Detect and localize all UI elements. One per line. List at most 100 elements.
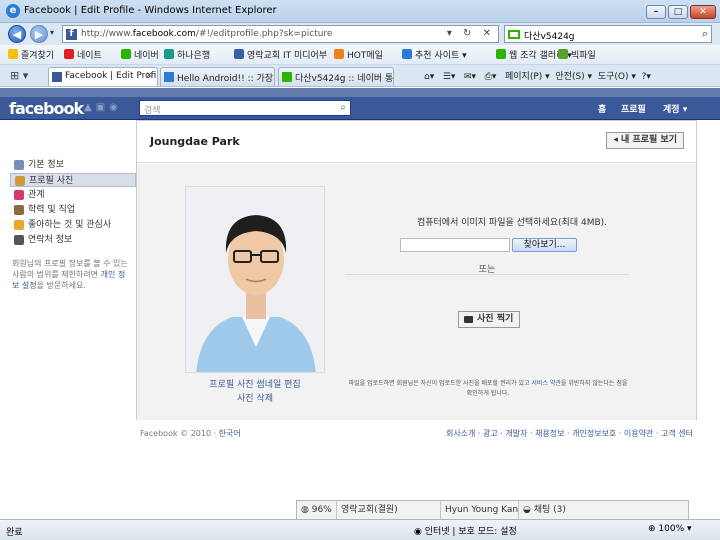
window-title: Facebook | Edit Profile - Windows Intern… — [24, 5, 277, 16]
feeds-icon[interactable]: ☰▾ — [443, 72, 456, 82]
print-icon[interactable]: ⎙▾ — [485, 72, 497, 82]
applications-percent[interactable]: ◍ 96% — [297, 501, 337, 519]
browser-search-value[interactable]: 다산v5424g — [524, 29, 575, 42]
tools-menu[interactable]: 도구(O) ▾ — [598, 72, 636, 82]
browse-button[interactable]: 찾아보기... — [512, 238, 577, 252]
tab-favicon-icon — [282, 72, 292, 82]
divider — [345, 274, 629, 275]
home-icon[interactable]: ⌂▾ — [424, 72, 434, 82]
recent-pages-dropdown-icon[interactable]: ▾ — [50, 28, 54, 37]
tab-favicon-icon — [52, 72, 62, 82]
sidebar-item[interactable]: 연락처 정보 — [10, 233, 136, 247]
nav-home-link[interactable]: 홈 — [598, 102, 606, 115]
edit-profile-sidebar: 기본 정보프로필 사진관계학력 및 직업좋아하는 것 및 관심사연락처 정보 회… — [0, 120, 136, 519]
status-text: 완료 — [6, 528, 23, 538]
forward-button[interactable]: ▶ — [30, 25, 48, 43]
refresh-stop-icons[interactable]: ▾ ↻ ✕ — [447, 28, 495, 39]
ie-logo-icon: e — [6, 4, 20, 18]
file-path-input[interactable] — [400, 238, 510, 252]
upload-terms-note: 파일을 업로드하면 회원님은 자신이 업로드한 사진을 배포할 권리가 있고 서… — [348, 380, 628, 397]
chat-button[interactable]: ◒ 채팅 (3) — [519, 501, 690, 519]
close-tab-icon[interactable]: ✕ — [145, 71, 153, 81]
favorites-button[interactable]: 즐겨찾기 — [8, 48, 54, 61]
privacy-note: 회원님의 프로필 정보를 볼 수 있는 사람의 범위를 제한하려면 개인 정보 … — [12, 259, 128, 290]
sidebar-item-icon — [15, 176, 25, 186]
notification-jewels-icon[interactable]: ▲▣◉ — [84, 102, 122, 113]
terms-of-service-link[interactable]: 서비스 약관 — [531, 380, 561, 387]
delete-photo-link[interactable]: 사진 삭제 — [185, 391, 325, 404]
browser-search-box[interactable]: 다산v5424g ⌕ — [504, 25, 712, 43]
maximize-button[interactable]: □ — [668, 5, 688, 19]
sidebar-item[interactable]: 관계 — [10, 188, 136, 202]
search-icon[interactable]: ⌕ — [340, 102, 346, 113]
sidebar-item-label: 연락처 정보 — [28, 235, 73, 245]
favorite-item[interactable]: HOT메일 — [334, 48, 383, 61]
sidebar-item-label: 학력 및 직업 — [28, 205, 76, 215]
chat-tab-church[interactable]: 영락교회(결원) — [337, 501, 441, 519]
page-menu[interactable]: 페이지(P) ▾ — [505, 72, 550, 82]
facebook-logo[interactable]: facebook — [9, 99, 84, 118]
person-portrait-icon — [186, 187, 324, 372]
profile-name: Joungdae Park — [150, 135, 240, 148]
safety-menu[interactable]: 안전(S) ▾ — [555, 72, 592, 82]
panel-header: Joungdae Park ◂ 내 프로필 보기 — [137, 121, 696, 163]
browser-tab[interactable]: Facebook | Edit Profile ✕ — [48, 67, 158, 86]
favorite-site-icon — [121, 49, 131, 59]
minimize-button[interactable]: – — [646, 5, 666, 19]
browser-tab[interactable]: Hello Android!! :: 가장 ... — [160, 67, 275, 86]
tab-label: Facebook | Edit Profile — [65, 71, 158, 81]
back-button[interactable]: ◀ — [8, 25, 26, 43]
help-icon[interactable]: ?▾ — [642, 72, 651, 82]
mail-icon[interactable]: ✉▾ — [464, 72, 476, 82]
chat-tab-friend[interactable]: Hyun Young Kang ○ — [441, 501, 519, 519]
tab-label: Hello Android!! :: 가장 ... — [177, 74, 275, 84]
favorite-site-icon — [64, 49, 74, 59]
tab-favicon-icon — [164, 72, 174, 82]
sidebar-item-label: 좋아하는 것 및 관심사 — [28, 220, 112, 230]
language-link[interactable]: 한국어 — [219, 429, 241, 438]
facebook-search-input[interactable]: 검색 ⌕ — [139, 100, 351, 116]
sidebar-item[interactable]: 좋아하는 것 및 관심사 — [10, 218, 136, 232]
favorite-site-icon — [234, 49, 244, 59]
favorite-item[interactable]: 네이트 — [64, 48, 102, 61]
nav-account-menu[interactable]: 계정 ▾ — [663, 102, 687, 115]
quick-tabs-icon[interactable]: ⊞ ▾ — [10, 69, 28, 82]
browser-tab[interactable]: 다산v5424g :: 네이버 통... — [278, 67, 394, 86]
naver-search-icon — [508, 30, 520, 39]
facebook-footer: Facebook © 2010 · 한국어 회사소개 · 광고 · 개발자 · … — [136, 428, 697, 442]
view-my-profile-button[interactable]: ◂ 내 프로필 보기 — [606, 132, 684, 149]
footer-links[interactable]: 회사소개 · 광고 · 개발자 · 채용정보 · 개인정보보호 · 이용약관 ·… — [446, 428, 693, 439]
security-zone[interactable]: ◉ 인터넷 | 보호 모드: 설정 — [414, 524, 517, 537]
favorite-site-icon — [496, 49, 506, 59]
favorite-item[interactable]: 추천 사이트 ▾ — [402, 48, 467, 61]
facebook-header: facebook ▲▣◉ 검색 ⌕ 홈 프로필 계정 ▾ — [0, 88, 720, 120]
zoom-level[interactable]: ⊕ 100% ▾ — [648, 524, 692, 534]
sidebar-item[interactable]: 학력 및 직업 — [10, 203, 136, 217]
favorite-item[interactable]: 영락교회 IT 미디어부 — [234, 48, 327, 61]
window-title-bar: e Facebook | Edit Profile - Windows Inte… — [0, 0, 720, 23]
address-toolbar: ◀ ▶ ▾ f http://www.facebook.com/#!/editp… — [0, 23, 720, 45]
facebook-page: facebook ▲▣◉ 검색 ⌕ 홈 프로필 계정 ▾ 기본 정보 프로필 사진… — [0, 88, 720, 519]
edit-thumbnail-link[interactable]: 프로필 사진 썸네일 편집 — [185, 377, 325, 390]
url-text[interactable]: http://www.facebook.com/#!/editprofile.p… — [81, 29, 332, 39]
camera-icon — [464, 316, 473, 323]
take-photo-button[interactable]: 사진 찍기 — [458, 311, 521, 328]
favorite-item[interactable]: 네이버 — [121, 48, 159, 61]
favorite-site-icon — [334, 49, 344, 59]
favorite-item[interactable]: 하나은행 — [164, 48, 210, 61]
search-icon[interactable]: ⌕ — [702, 27, 708, 41]
nav-profile-link[interactable]: 프로필 — [621, 102, 646, 115]
sidebar-item-icon — [14, 190, 24, 200]
star-icon — [8, 49, 18, 59]
address-bar[interactable]: f http://www.facebook.com/#!/editprofile… — [62, 25, 499, 43]
sidebar-item-label: 프로필 사진 — [29, 176, 74, 186]
favorite-item[interactable]: 빅파일 — [558, 48, 596, 61]
sidebar-item[interactable]: 프로필 사진 — [10, 173, 136, 187]
upload-instruction: 컴퓨터에서 이미지 파일을 선택하세요(최대 4MB). — [416, 218, 608, 228]
sidebar-item-label: 관계 — [28, 190, 45, 200]
profile-photo[interactable] — [185, 186, 325, 373]
close-window-button[interactable]: ✕ — [690, 5, 716, 19]
sidebar-item[interactable]: 기본 정보 — [10, 158, 136, 172]
tab-bar: ⊞ ▾ Facebook | Edit Profile ✕ Hello Androi… — [0, 65, 720, 87]
copyright: Facebook © 2010 · 한국어 — [140, 429, 241, 438]
